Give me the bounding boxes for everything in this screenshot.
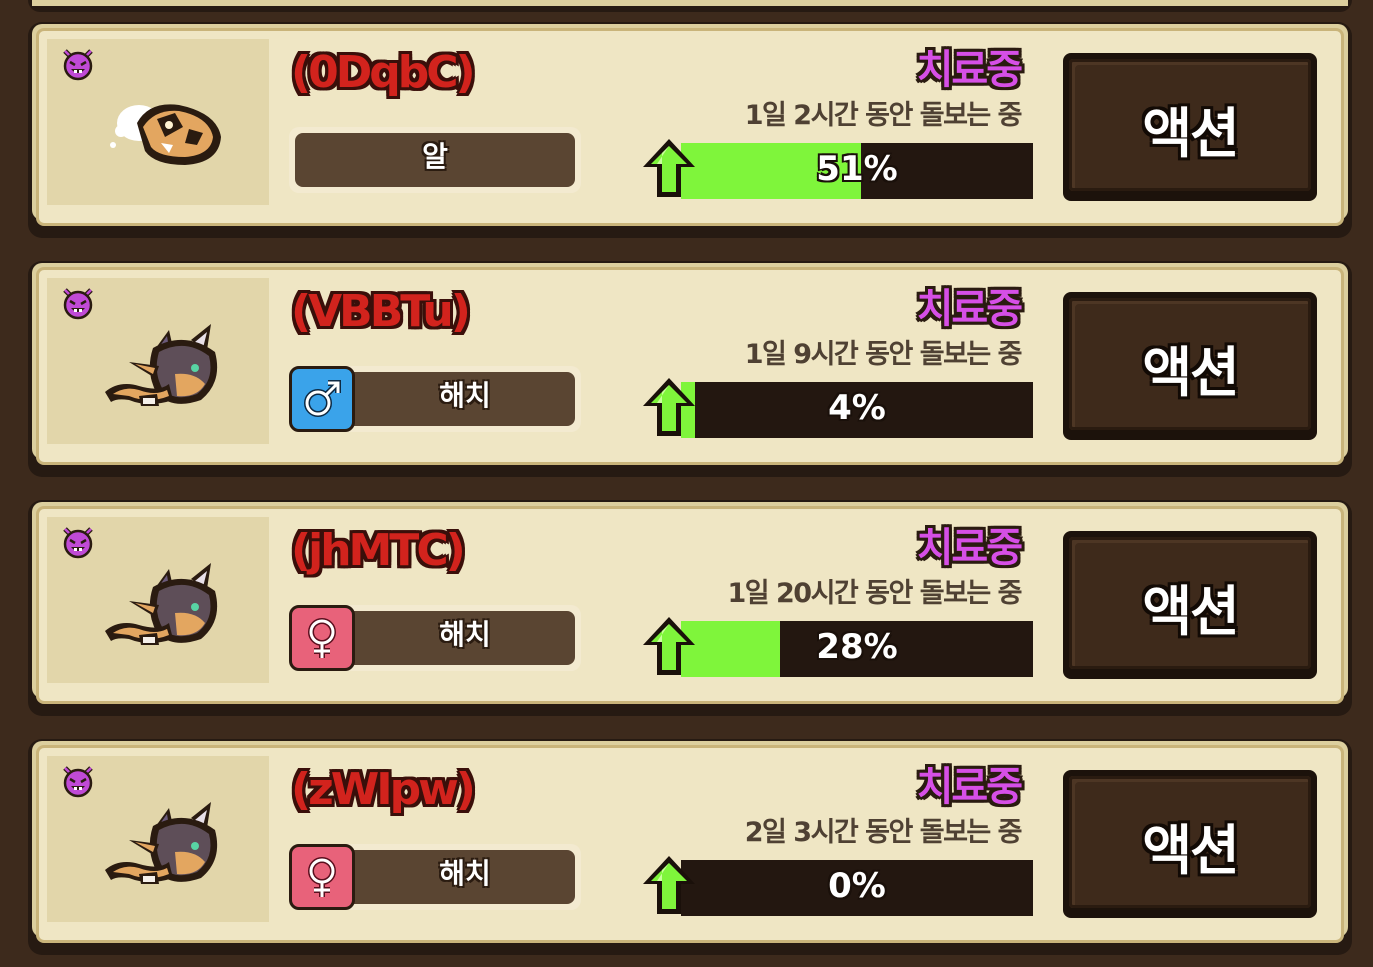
pet-portrait[interactable] — [47, 278, 269, 444]
stage-badge: 해치 — [289, 366, 581, 432]
care-progress-bar: 51% — [641, 139, 1033, 199]
care-time: 1일 2시간 동안 돌보는 중 — [744, 100, 1023, 131]
status-label: 치료중 — [916, 764, 1023, 810]
care-progress-bar: 0% — [641, 856, 1033, 916]
stage-badge: 해치 — [289, 605, 581, 671]
male-symbol-icon — [289, 366, 355, 432]
action-button[interactable]: 액션 — [1063, 531, 1317, 679]
action-button[interactable]: 액션 — [1063, 53, 1317, 201]
pet-name: (zWIpw) — [291, 764, 476, 815]
pet-card-1: (0DqbC) 알 치료중 1일 2시간 동안 돌보는 중 51% 액션 — [28, 22, 1352, 238]
action-button[interactable]: 액션 — [1063, 292, 1317, 440]
care-time: 2일 3시간 동안 돌보는 중 — [744, 817, 1023, 848]
action-button-label: 액션 — [1142, 341, 1239, 404]
devil-face-icon — [63, 527, 93, 559]
pet-portrait[interactable] — [47, 517, 269, 683]
stage-label: 해치 — [439, 857, 491, 890]
status-label: 치료중 — [916, 47, 1023, 93]
pet-name: (VBBTu) — [291, 286, 471, 337]
pet-portrait[interactable] — [47, 756, 269, 922]
progress-percent: 28% — [816, 627, 898, 667]
stage-badge: 해치 — [289, 844, 581, 910]
hatchling-sprite — [105, 563, 218, 645]
female-symbol-icon — [289, 844, 355, 910]
stage-label: 해치 — [439, 618, 491, 651]
care-time: 1일 20시간 동안 돌보는 중 — [727, 578, 1022, 609]
pet-card-4: (zWIpw) 해치 치료중 2일 3시간 동안 돌보는 중 0% 액션 — [28, 739, 1352, 955]
pet-card-3: (jhMTC) 해치 치료중 1일 20시간 동안 돌보는 중 28% 액션 — [28, 500, 1352, 716]
action-button-label: 액션 — [1142, 580, 1239, 643]
stage-badge: 알 — [289, 127, 581, 193]
progress-percent: 0% — [828, 866, 886, 906]
devil-face-icon — [63, 766, 93, 798]
care-progress-bar: 4% — [641, 378, 1033, 438]
female-symbol-icon — [289, 605, 355, 671]
devil-face-icon — [63, 49, 93, 81]
status-label: 치료중 — [916, 525, 1023, 571]
action-button-label: 액션 — [1142, 819, 1239, 882]
egg-sprite — [110, 104, 221, 165]
care-time: 1일 9시간 동안 돌보는 중 — [744, 339, 1023, 370]
hatchling-sprite — [105, 802, 218, 884]
progress-percent: 51% — [816, 149, 898, 189]
stage-label: 해치 — [439, 379, 491, 412]
stage-label: 알 — [422, 140, 448, 173]
pet-card-2: (VBBTu) 해치 치료중 1일 9시간 동안 돌보는 중 4% 액션 — [28, 261, 1352, 477]
progress-percent: 4% — [828, 388, 886, 428]
pet-name: (0DqbC) — [291, 47, 476, 98]
hatchling-sprite — [105, 324, 218, 406]
devil-face-icon — [63, 288, 93, 320]
status-label: 치료중 — [916, 286, 1023, 332]
care-progress-bar: 28% — [641, 617, 1033, 677]
previous-card-edge — [28, 0, 1352, 12]
pet-portrait[interactable] — [47, 39, 269, 205]
action-button-label: 액션 — [1142, 102, 1239, 165]
pet-name: (jhMTC) — [291, 525, 466, 576]
action-button[interactable]: 액션 — [1063, 770, 1317, 918]
